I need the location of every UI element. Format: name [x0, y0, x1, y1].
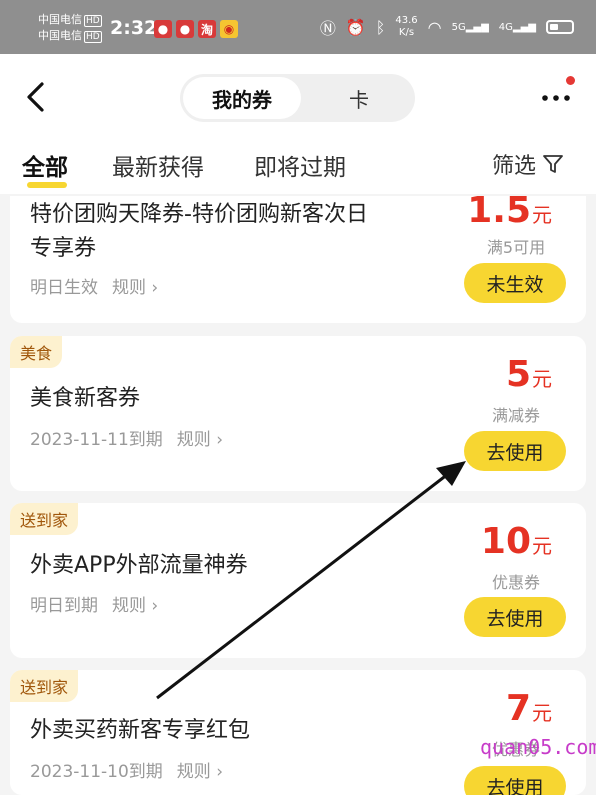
annotation-arrow [156, 461, 466, 700]
watermark: quan05.com [480, 735, 596, 759]
